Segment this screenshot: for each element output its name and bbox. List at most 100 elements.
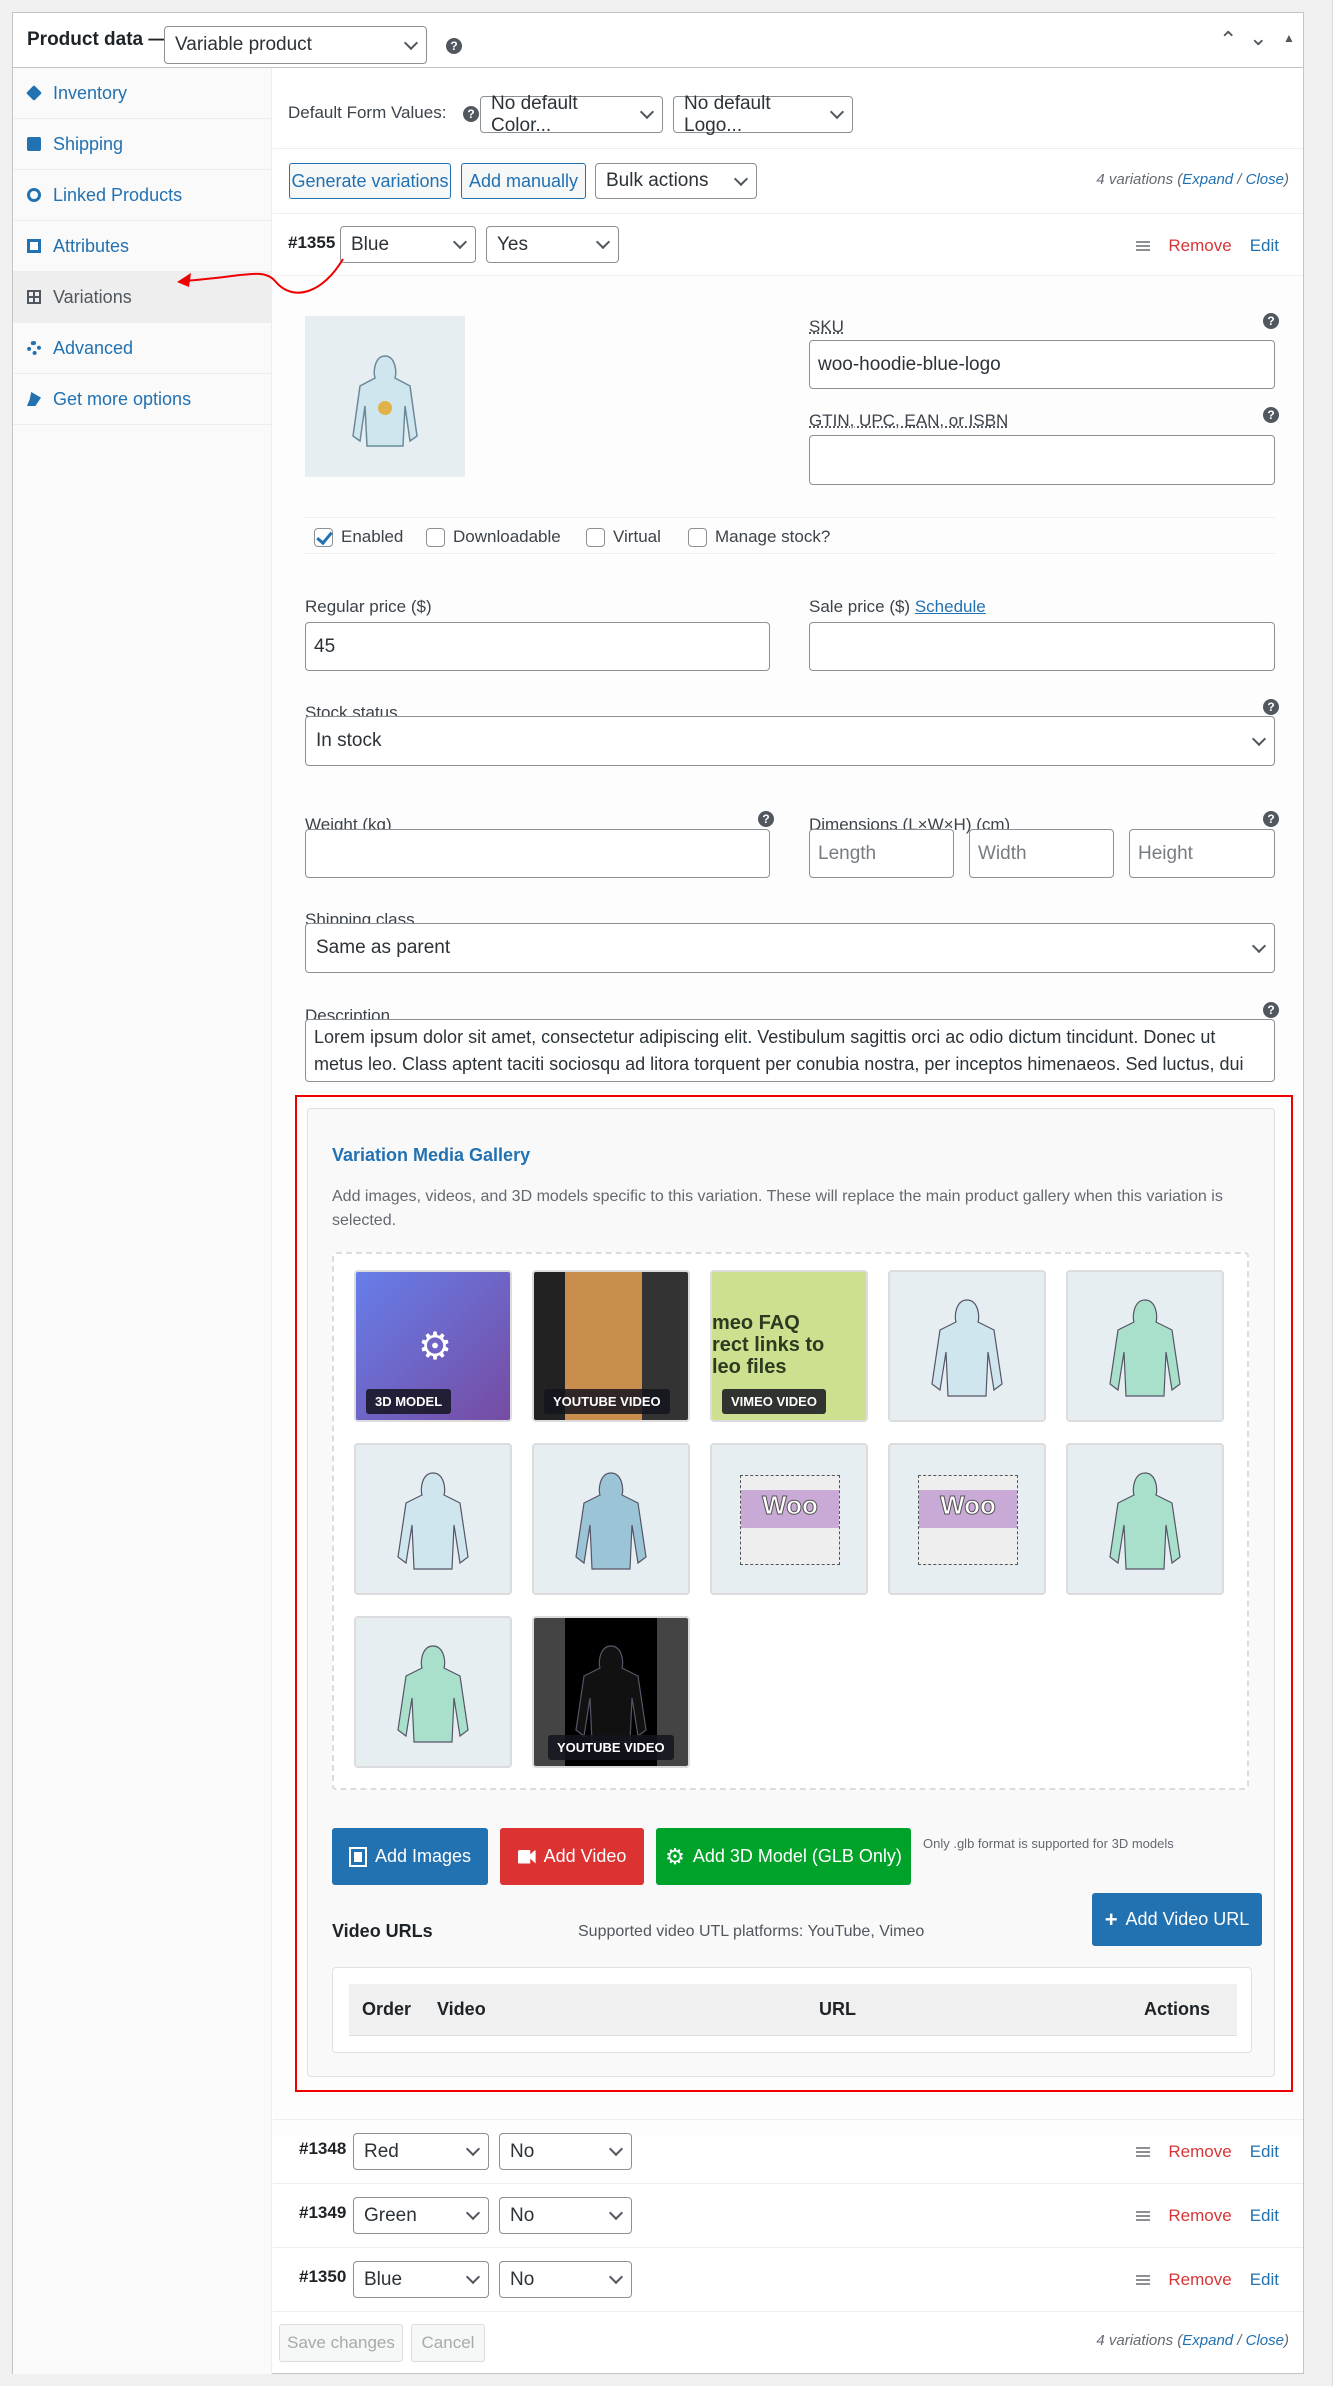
product-data-panel: Product data — Variable product ? ⌃ ⌃ ▲ … — [12, 12, 1304, 2374]
sidebar-item-advanced[interactable]: Advanced — [13, 323, 271, 374]
manage-stock-checkbox[interactable]: Manage stock? — [688, 527, 830, 547]
save-changes-button[interactable]: Save changes — [279, 2324, 403, 2362]
chevron-down-icon — [1251, 731, 1267, 746]
gallery-item[interactable] — [1066, 1270, 1224, 1422]
variation-row: #1349 Green No Remove Edit — [273, 2183, 1303, 2247]
variation-color-select[interactable]: Green — [353, 2197, 489, 2234]
collapse-icon[interactable]: ▲ — [1283, 31, 1295, 45]
edit-variation-link[interactable]: Edit — [1250, 2142, 1279, 2162]
variations-count: 4 variations (Expand / Close) — [1096, 171, 1289, 188]
gallery-item[interactable] — [354, 1616, 512, 1768]
panel-title: Product data — — [27, 29, 168, 50]
generate-variations-button[interactable]: Generate variations — [289, 163, 451, 199]
drag-handle-icon[interactable] — [1136, 2211, 1151, 2221]
regular-price-label: Regular price ($) — [305, 597, 432, 616]
move-up-icon[interactable]: ⌃ — [1219, 27, 1237, 53]
downloadable-checkbox[interactable]: Downloadable — [426, 527, 561, 547]
gear-icon — [27, 341, 41, 355]
product-thumbnail-icon — [575, 1472, 647, 1570]
gallery-item[interactable] — [354, 1443, 512, 1595]
add-manually-button[interactable]: Add manually — [461, 163, 586, 199]
gallery-item[interactable] — [532, 1443, 690, 1595]
remove-variation-link[interactable]: Remove — [1168, 236, 1231, 256]
edit-variation-link[interactable]: Edit — [1250, 2206, 1279, 2226]
remove-variation-link[interactable]: Remove — [1168, 2206, 1231, 2226]
sidebar-item-shipping[interactable]: Shipping — [13, 119, 271, 170]
add-3d-model-button[interactable]: ⚙ Add 3D Model (GLB Only) — [656, 1828, 911, 1885]
add-images-button[interactable]: Add Images — [332, 1828, 488, 1885]
column-actions: Actions — [1144, 1999, 1211, 2019]
image-icon — [348, 1846, 367, 1867]
stock-status-select[interactable]: In stock — [305, 716, 1275, 766]
remove-variation-link[interactable]: Remove — [1168, 2142, 1231, 2162]
enabled-checkbox[interactable]: Enabled — [314, 527, 403, 547]
help-icon: ? — [1263, 699, 1279, 715]
height-input[interactable]: Height — [1129, 829, 1275, 878]
gallery-item[interactable]: YOUTUBE VIDEO — [532, 1270, 690, 1422]
remove-variation-link[interactable]: Remove — [1168, 2270, 1231, 2290]
gallery-item[interactable]: YOUTUBE VIDEO — [532, 1616, 690, 1768]
description-textarea[interactable]: Lorem ipsum dolor sit amet, consectetur … — [305, 1019, 1275, 1082]
count-text: 4 variations ( — [1096, 171, 1183, 188]
virtual-checkbox[interactable]: Virtual — [586, 527, 661, 547]
gallery-item[interactable]: Woo — [710, 1443, 868, 1595]
default-logo-select[interactable]: No default Logo... — [673, 93, 853, 136]
gallery-item[interactable]: ⚙ 3D MODEL — [354, 1270, 512, 1422]
weight-input[interactable] — [305, 829, 770, 878]
sale-price-input[interactable] — [809, 622, 1275, 671]
chevron-down-icon — [639, 104, 655, 120]
regular-price-input[interactable]: 45 — [305, 622, 770, 671]
edit-variation-link[interactable]: Edit — [1250, 2270, 1279, 2290]
variation-id: #1349 — [299, 2203, 347, 2222]
shipping-class-select[interactable]: Same as parent — [305, 923, 1275, 973]
sku-input[interactable]: woo-hoodie-blue-logo — [809, 340, 1275, 389]
gallery-item[interactable]: Woo — [888, 1443, 1046, 1595]
length-input[interactable]: Length — [809, 829, 954, 878]
plugin-icon — [27, 392, 41, 406]
product-type-value: Variable product — [175, 34, 312, 55]
checkbox-label: Downloadable — [453, 527, 561, 546]
gallery-item[interactable] — [888, 1270, 1046, 1422]
variation-row: #1348 Red No Remove Edit — [273, 2119, 1303, 2183]
variation-color-select[interactable]: Red — [353, 2133, 489, 2170]
add-video-url-button[interactable]: + Add Video URL — [1092, 1893, 1262, 1946]
add-video-button[interactable]: Add Video — [500, 1828, 644, 1885]
drag-handle-icon[interactable] — [1136, 2275, 1151, 2285]
gallery-item[interactable] — [1066, 1443, 1224, 1595]
chevron-down-icon — [1251, 938, 1267, 953]
variation-logo-select[interactable]: Yes — [486, 226, 619, 263]
column-video: Video — [437, 1999, 486, 2019]
variation-logo-select[interactable]: No — [499, 2197, 632, 2234]
chevron-down-icon — [608, 2205, 624, 2221]
sidebar-item-get-more-options[interactable]: Get more options — [13, 374, 271, 425]
variation-logo-select[interactable]: No — [499, 2133, 632, 2170]
variation-logo-select[interactable]: No — [499, 2261, 632, 2298]
close-link[interactable]: Close — [1246, 2332, 1284, 2349]
schedule-link[interactable]: Schedule — [915, 597, 986, 616]
width-input[interactable]: Width — [969, 829, 1114, 878]
cancel-button[interactable]: Cancel — [411, 2324, 485, 2362]
gallery-dropzone[interactable]: ⚙ 3D MODEL YOUTUBE VIDEO meo FAQ rect links… — [332, 1252, 1249, 1790]
product-thumbnail-icon — [397, 1645, 469, 1743]
variation-color-select[interactable]: Blue — [340, 226, 476, 263]
variation-color-select[interactable]: Blue — [353, 2261, 489, 2298]
select-value: Bulk actions — [606, 170, 709, 191]
drag-handle-icon[interactable] — [1136, 241, 1151, 251]
expand-link[interactable]: Expand — [1182, 171, 1233, 188]
move-down-icon[interactable]: ⌃ — [1249, 23, 1267, 49]
gallery-item[interactable]: meo FAQ rect links to leo files VIMEO VID… — [710, 1270, 868, 1422]
product-type-select[interactable]: Variable product — [164, 26, 427, 64]
variation-image[interactable] — [305, 316, 465, 477]
edit-variation-link[interactable]: Edit — [1250, 236, 1279, 256]
bulk-actions-select[interactable]: Bulk actions — [595, 163, 757, 199]
sidebar-item-inventory[interactable]: Inventory — [13, 68, 271, 119]
annotation-arrow-icon — [177, 258, 344, 294]
drag-handle-icon[interactable] — [1136, 2147, 1151, 2157]
close-link[interactable]: Close — [1246, 171, 1284, 188]
gallery-title: Variation Media Gallery — [332, 1145, 531, 1165]
expand-link[interactable]: Expand — [1182, 2332, 1233, 2349]
default-color-select[interactable]: No default Color... — [480, 93, 663, 136]
sku-label: SKU — [809, 317, 844, 336]
gtin-input[interactable] — [809, 435, 1275, 485]
sidebar-item-linked-products[interactable]: Linked Products — [13, 170, 271, 221]
